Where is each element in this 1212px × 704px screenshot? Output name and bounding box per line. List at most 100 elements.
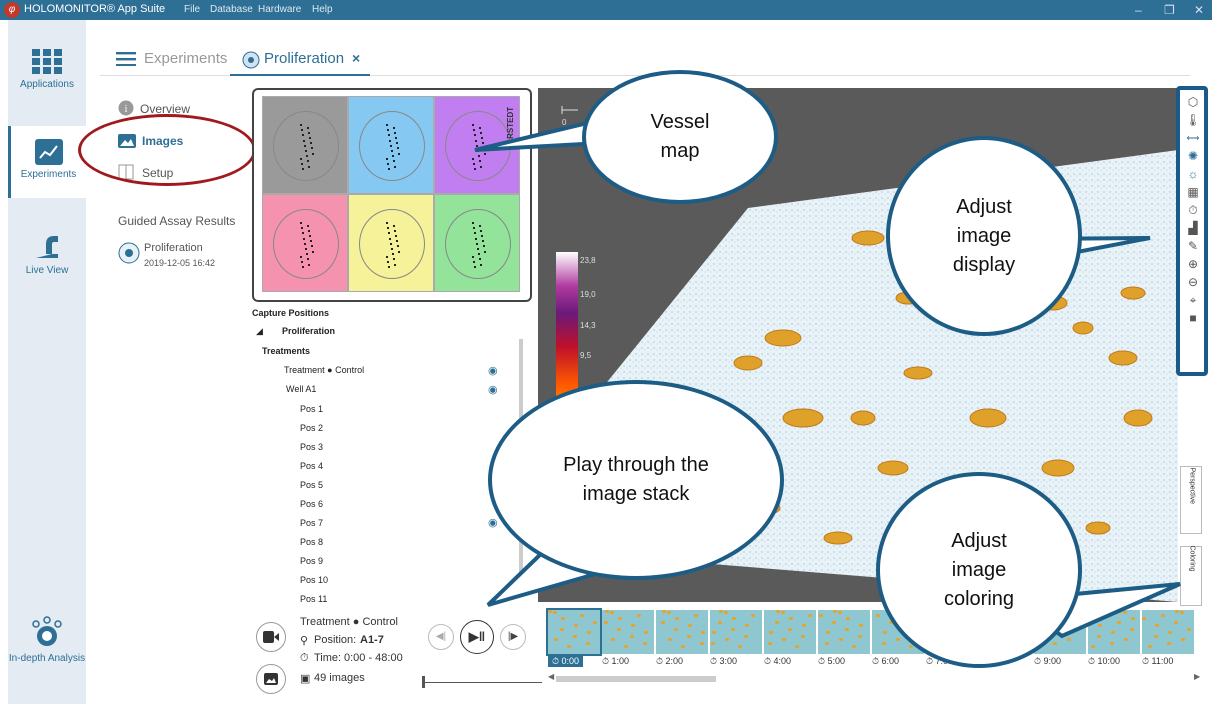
capture-position-dot (302, 168, 304, 171)
save-icon[interactable]: ■ (1185, 310, 1201, 326)
tree-treatment-control[interactable]: Treatment ● Control (284, 365, 364, 375)
eye-icon[interactable]: ◉ (488, 516, 498, 529)
menu-database[interactable]: Database (210, 4, 253, 15)
tree-position-item[interactable]: Pos 8 (300, 537, 323, 547)
well-b3[interactable] (434, 194, 520, 292)
nav-experiments[interactable]: Experiments (8, 126, 86, 198)
capture-position-dot (480, 263, 482, 266)
histogram-icon[interactable]: ▟ (1185, 220, 1201, 236)
play-pause-button[interactable]: ▶‖ (460, 620, 494, 654)
timeline-thumbnail[interactable] (818, 610, 870, 654)
tab-proliferation[interactable]: Proliferation (264, 50, 344, 67)
menu-file[interactable]: File (184, 4, 200, 15)
tree-position-item[interactable]: Pos 6 (300, 499, 323, 509)
capture-position-dot (308, 165, 310, 168)
scroll-right-icon[interactable]: ▶ (1194, 672, 1200, 681)
capture-position-dot (307, 224, 309, 227)
playback-slider-thumb[interactable] (422, 676, 425, 688)
capture-position-dot (473, 261, 475, 263)
timeline-thumbnail[interactable] (710, 610, 762, 654)
tree-position-item[interactable]: Pos 10 (300, 575, 328, 585)
capture-position-dot (484, 152, 486, 155)
nav-in-depth-analysis[interactable]: In-depth Analysis (8, 616, 86, 696)
step-forward-button[interactable]: |▶ (500, 624, 526, 650)
tree-position-item[interactable]: Pos 9 (300, 556, 323, 566)
tree-position-item[interactable]: Pos 4 (300, 461, 323, 471)
scale-ruler-icon[interactable]: ⟷ (1185, 130, 1201, 146)
step-back-button[interactable]: ◀| (428, 624, 454, 650)
tree-root[interactable]: Proliferation (282, 326, 335, 336)
capture-position-dot (483, 245, 485, 248)
result-name[interactable]: Proliferation (144, 242, 203, 254)
timeline-thumbnail[interactable] (602, 610, 654, 654)
timeline-thumbnail[interactable] (764, 610, 816, 654)
video-export-button[interactable] (256, 622, 286, 652)
timeline-thumbnail[interactable] (656, 610, 708, 654)
crosshair-icon[interactable]: ⌖ (1185, 292, 1201, 308)
capture-position-dot (388, 266, 390, 269)
capture-position-dot (307, 258, 309, 261)
nav-live-view[interactable]: Live View (8, 232, 86, 292)
grid-toggle-icon[interactable]: ▦ (1185, 184, 1201, 200)
eye-icon[interactable]: ◉ (488, 364, 498, 377)
well-a2[interactable] (348, 96, 434, 194)
tree-position-item[interactable]: Pos 5 (300, 480, 323, 490)
tree-position-item[interactable]: Pos 1 (300, 404, 323, 414)
maximize-button[interactable]: ❐ (1164, 3, 1175, 17)
timeline-thumbnail[interactable] (546, 608, 602, 656)
tree-well-a1[interactable]: Well A1 (286, 384, 316, 394)
zoom-in-icon[interactable]: ⊕ (1185, 256, 1201, 272)
minimize-button[interactable]: – (1135, 3, 1142, 17)
well-b2[interactable] (348, 194, 434, 292)
tree-treatments[interactable]: Treatments (262, 346, 310, 356)
capture-position-dot (396, 142, 398, 145)
capture-position-dot (386, 124, 388, 126)
brightness-icon[interactable]: ☼ (1185, 166, 1201, 182)
tab-experiments[interactable]: Experiments (144, 50, 227, 67)
thermometer-icon[interactable]: 🌡 (1185, 112, 1201, 128)
timer-icon[interactable]: ⏱ (1185, 202, 1201, 218)
guided-assay-results-title: Guided Assay Results (118, 214, 236, 228)
tree-position-item[interactable]: Pos 11 (300, 594, 327, 604)
image-export-button[interactable] (256, 664, 286, 694)
menu-hardware[interactable]: Hardware (258, 4, 301, 15)
eye-icon[interactable]: ◉ (488, 383, 498, 396)
title-bar: φ HOLOMONITOR® App Suite File Database H… (0, 0, 1212, 20)
timeline-thumbnail[interactable] (1088, 610, 1140, 654)
measure-pen-icon[interactable]: ✎ (1185, 238, 1201, 254)
well-a1[interactable] (262, 96, 348, 194)
capture-position-dot (306, 155, 308, 158)
filmstrip-scrollbar[interactable] (556, 676, 716, 682)
capture-position-dot (309, 137, 311, 139)
close-window-button[interactable]: ✕ (1194, 3, 1204, 17)
result-date: 2019-12-05 16:42 (144, 258, 216, 268)
well-b1[interactable] (262, 194, 348, 292)
video-camera-icon (263, 631, 279, 643)
tree-position-item[interactable]: Pos 7 (300, 518, 323, 528)
capture-position-dot (300, 255, 302, 258)
capture-position-dot (390, 144, 392, 147)
capture-position-dot (472, 255, 474, 258)
cube-3d-icon[interactable]: ⬡ (1185, 94, 1201, 110)
tree-position-item[interactable]: Pos 2 (300, 423, 323, 433)
zoom-out-icon[interactable]: ⊖ (1185, 274, 1201, 290)
nav-label-applications: Applications (20, 79, 74, 90)
scroll-left-icon[interactable]: ◀ (548, 672, 554, 681)
menu-help[interactable]: Help (312, 4, 333, 15)
lightbulb-icon[interactable]: ✺ (1185, 148, 1201, 164)
vessel-map[interactable]: SARSTEDT (252, 88, 532, 302)
timeline-thumbnail[interactable] (1142, 610, 1194, 654)
capture-position-dot (391, 150, 393, 152)
tab-close-button[interactable]: × (352, 50, 360, 66)
perspective-tab[interactable]: Perspective (1180, 466, 1202, 534)
tree-position-item[interactable]: Pos 3 (300, 442, 323, 452)
callout-adjust-coloring: Adjust image coloring (876, 472, 1082, 668)
playback-slider-track[interactable] (424, 682, 542, 683)
coloring-tab[interactable]: Coloring (1180, 546, 1202, 606)
nav-applications[interactable]: Applications (8, 48, 86, 108)
tree-root-toggle[interactable]: ◢ (256, 326, 263, 337)
hamburger-menu-icon[interactable] (116, 52, 136, 66)
capture-position-dot (311, 245, 313, 248)
capture-position-dot (394, 229, 396, 232)
capture-position-dot (482, 142, 484, 145)
